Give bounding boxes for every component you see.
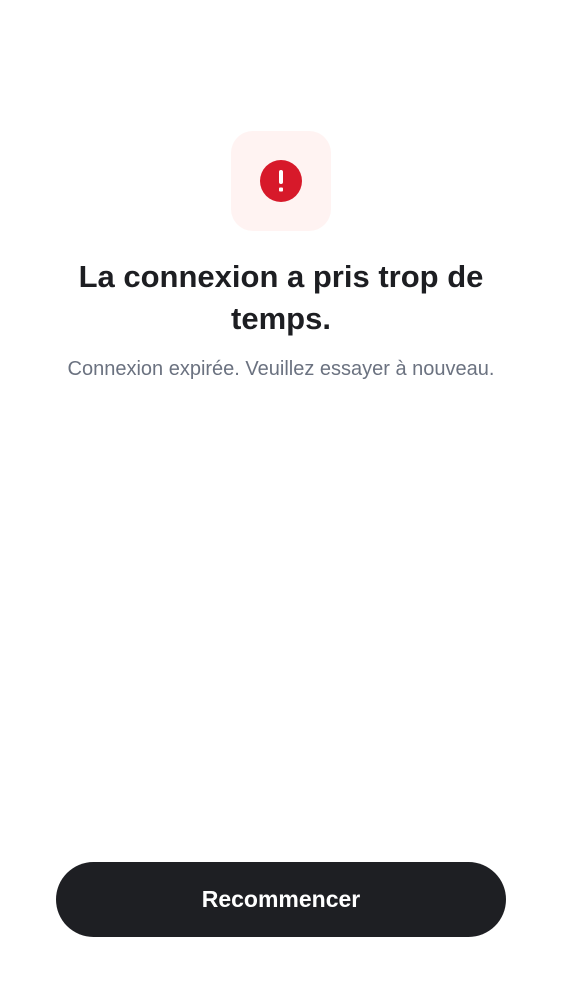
error-icon-tile [231, 131, 331, 231]
alert-circle-icon [260, 160, 302, 202]
exclamation-icon [279, 170, 283, 192]
error-message: Connexion expirée. Veuillez essayer à no… [67, 358, 495, 380]
error-screen: La connexion a pris trop de temps. Conne… [0, 0, 562, 1000]
error-title: La connexion a pris trop de temps. [78, 259, 484, 336]
restart-button[interactable]: Recommencer [56, 862, 506, 937]
